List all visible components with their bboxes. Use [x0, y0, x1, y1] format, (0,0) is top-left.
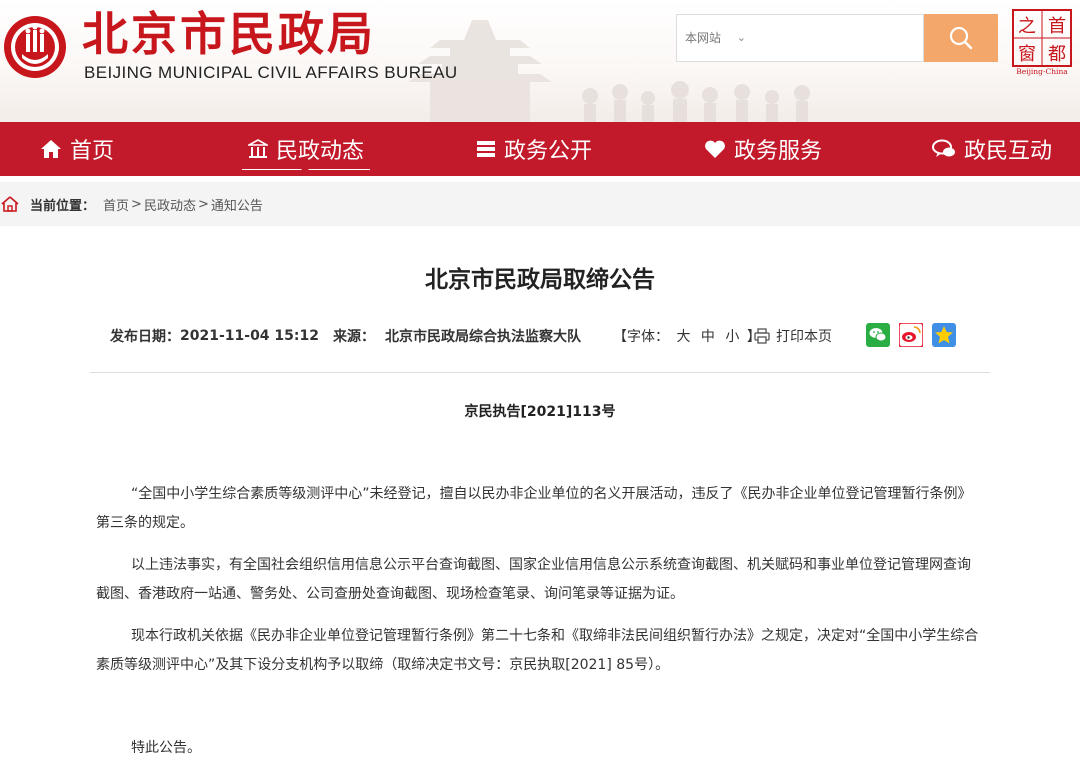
chat-icon [932, 139, 955, 157]
search-icon [949, 26, 973, 50]
heart-icon [705, 140, 725, 158]
print-label: 打印本页 [776, 329, 832, 345]
capital-logo-char: 之 [1018, 16, 1036, 37]
font-size-control: 【字体： 大 中 小 】 [613, 326, 761, 346]
list-icon [477, 141, 495, 157]
home-outline-icon [1, 196, 19, 212]
search-scope-value: 本网站 [685, 31, 722, 45]
date-label: 发布日期： [110, 329, 180, 345]
nav-item-gov-services[interactable]: 政务服务 [704, 122, 822, 176]
qzone-icon[interactable] [932, 323, 956, 347]
nav-item-gov-affairs[interactable]: 政务公开 [476, 122, 592, 176]
search-input[interactable] [754, 14, 924, 62]
font-size-medium[interactable]: 中 [701, 329, 715, 345]
nav-item-home[interactable]: 首页 [40, 122, 114, 176]
font-size-label: 【字体： [613, 329, 669, 345]
nav-item-label: 政务服务 [734, 139, 823, 164]
capital-logo-caption: Beijing-China [1016, 67, 1068, 76]
publish-date: 2021-11-04 15:12 [180, 328, 319, 344]
search-scope-select[interactable]: 本网站 ⌄ [676, 14, 754, 62]
font-size-small[interactable]: 小 [725, 329, 739, 345]
article-closing: 特此公告。 [131, 740, 201, 756]
article-source: 北京市民政局综合执法监察大队 [385, 329, 581, 345]
main-nav: 首页 民政动态 政务公开 政务服务 政民互动 [0, 122, 1080, 176]
document-number: 京民执告[2021]113号 [464, 404, 616, 420]
source-label: 来源： [333, 329, 375, 345]
breadcrumb-notices-link[interactable]: 通知公告 [211, 195, 263, 214]
search-bar: 本网站 ⌄ [676, 14, 998, 62]
breadcrumb: 当前位置： 首页 > 民政动态 > 通知公告 [0, 182, 1080, 226]
site-subtitle: BEIJING MUNICIPAL CIVIL AFFAIRS BUREAU [84, 63, 458, 82]
wechat-icon[interactable] [866, 323, 890, 347]
search-button[interactable] [924, 14, 998, 62]
nav-item-label: 政民互动 [964, 139, 1053, 164]
breadcrumb-separator: > [197, 196, 209, 212]
nav-item-label: 民政动态 [276, 139, 365, 164]
nav-active-caret [300, 168, 310, 173]
home-icon [41, 140, 61, 158]
capital-window-logo[interactable]: 之 首 窗 都 Beijing-China [1010, 8, 1074, 76]
weibo-icon[interactable] [899, 323, 923, 347]
print-button[interactable]: 打印本页 [754, 326, 832, 346]
breadcrumb-label: 当前位置： [30, 198, 96, 214]
article-paragraph-3: 现本行政机关依据《民办非企业单位登记管理暂行条例》第二十七条和《取缔非法民间组织… [96, 628, 979, 673]
meta-divider [90, 372, 990, 373]
breadcrumb-home-link[interactable]: 首页 [103, 195, 129, 214]
site-header: 北京市民政局 BEIJING MUNICIPAL CIVIL AFFAIRS B… [0, 0, 1080, 122]
article-title: 北京市民政局取缔公告 [425, 267, 655, 293]
font-size-large[interactable]: 大 [676, 329, 690, 345]
civil-affairs-emblem-logo [4, 16, 66, 78]
capital-logo-char: 窗 [1018, 44, 1036, 65]
capital-logo-char: 都 [1048, 44, 1066, 65]
building-icon [248, 139, 268, 158]
article-paragraph-2: 以上违法事实，有全国社会组织信用信息公示平台查询截图、国家企业信用信息公示系统查… [96, 557, 971, 602]
capital-logo-char: 首 [1048, 16, 1066, 37]
chevron-down-icon: ⌄ [736, 31, 746, 44]
nav-item-label: 首页 [70, 139, 115, 164]
nav-item-interaction[interactable]: 政民互动 [932, 122, 1052, 176]
nav-item-label: 政务公开 [504, 139, 593, 164]
article-meta: 发布日期： 2021-11-04 15:12 来源： 北京市民政局综合执法监察大… [110, 326, 581, 346]
breadcrumb-civil-news-link[interactable]: 民政动态 [144, 195, 196, 214]
site-title[interactable]: 北京市民政局 [82, 6, 376, 62]
printer-icon [754, 328, 770, 344]
breadcrumb-separator: > [131, 196, 142, 212]
article-paragraph-1: “全国中小学生综合素质等级测评中心”未经登记，擅自以民办非企业单位的名义开展活动… [96, 486, 972, 531]
